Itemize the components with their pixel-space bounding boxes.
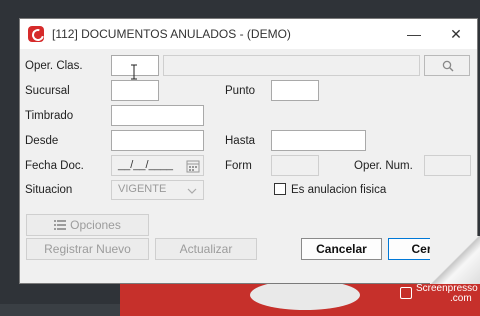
- cancelar-button[interactable]: Cancelar: [301, 238, 382, 260]
- title-bar: [112] DOCUMENTOS ANULADOS - (DEMO) — ✕: [20, 19, 477, 49]
- form-input: [271, 155, 319, 176]
- dialog-window: [112] DOCUMENTOS ANULADOS - (DEMO) — ✕ O…: [19, 18, 478, 284]
- anulacion-fisica-label: Es anulacion fisica: [291, 184, 387, 196]
- fecha-doc-value: __/__/____: [118, 159, 174, 171]
- punto-label: Punto: [225, 85, 256, 97]
- list-icon: [54, 220, 67, 230]
- watermark-text: Screenpresso .com: [416, 284, 478, 304]
- close-window-button[interactable]: ✕: [446, 25, 466, 43]
- oper-num-label: Oper. Num.: [354, 160, 413, 172]
- oper-clas-description-field: [163, 55, 420, 76]
- search-icon: [442, 60, 454, 72]
- window-title: [112] DOCUMENTOS ANULADOS - (DEMO): [52, 27, 291, 41]
- background-oval: [250, 280, 360, 310]
- fecha-doc-label: Fecha Doc.: [25, 160, 84, 172]
- timbrado-input[interactable]: [111, 105, 204, 126]
- desde-input[interactable]: [111, 130, 204, 151]
- calendar-icon: [186, 160, 200, 173]
- form-label: Form: [225, 160, 252, 172]
- chevron-down-icon: [187, 188, 197, 194]
- punto-input[interactable]: [271, 80, 319, 101]
- sucursal-label: Sucursal: [25, 85, 70, 97]
- situacion-label: Situacion: [25, 184, 73, 196]
- anulacion-fisica-checkbox[interactable]: [274, 183, 286, 195]
- watermark-site: .com: [450, 293, 472, 304]
- minimize-button[interactable]: —: [404, 25, 424, 43]
- desde-label: Desde: [25, 135, 59, 147]
- screenpresso-logo-icon: [400, 287, 412, 299]
- oper-num-input: [424, 155, 471, 176]
- actualizar-button[interactable]: Actualizar: [155, 238, 257, 260]
- search-button[interactable]: [424, 55, 470, 76]
- fecha-doc-input[interactable]: __/__/____: [111, 155, 204, 176]
- timbrado-label: Timbrado: [25, 110, 74, 122]
- text-cursor-icon: [131, 64, 137, 80]
- oper-clas-label: Oper. Clas.: [25, 60, 83, 72]
- opciones-label: Opciones: [70, 218, 121, 232]
- app-logo-icon: [28, 26, 44, 42]
- situacion-value: VIGENTE: [118, 183, 167, 195]
- page-curl-decoration: [430, 236, 480, 286]
- opciones-button[interactable]: Opciones: [26, 214, 149, 236]
- hasta-input[interactable]: [271, 130, 366, 151]
- sucursal-input[interactable]: [111, 80, 159, 101]
- hasta-label: Hasta: [225, 135, 256, 147]
- registrar-nuevo-button[interactable]: Registrar Nuevo: [26, 238, 149, 260]
- situacion-select[interactable]: VIGENTE: [111, 180, 204, 200]
